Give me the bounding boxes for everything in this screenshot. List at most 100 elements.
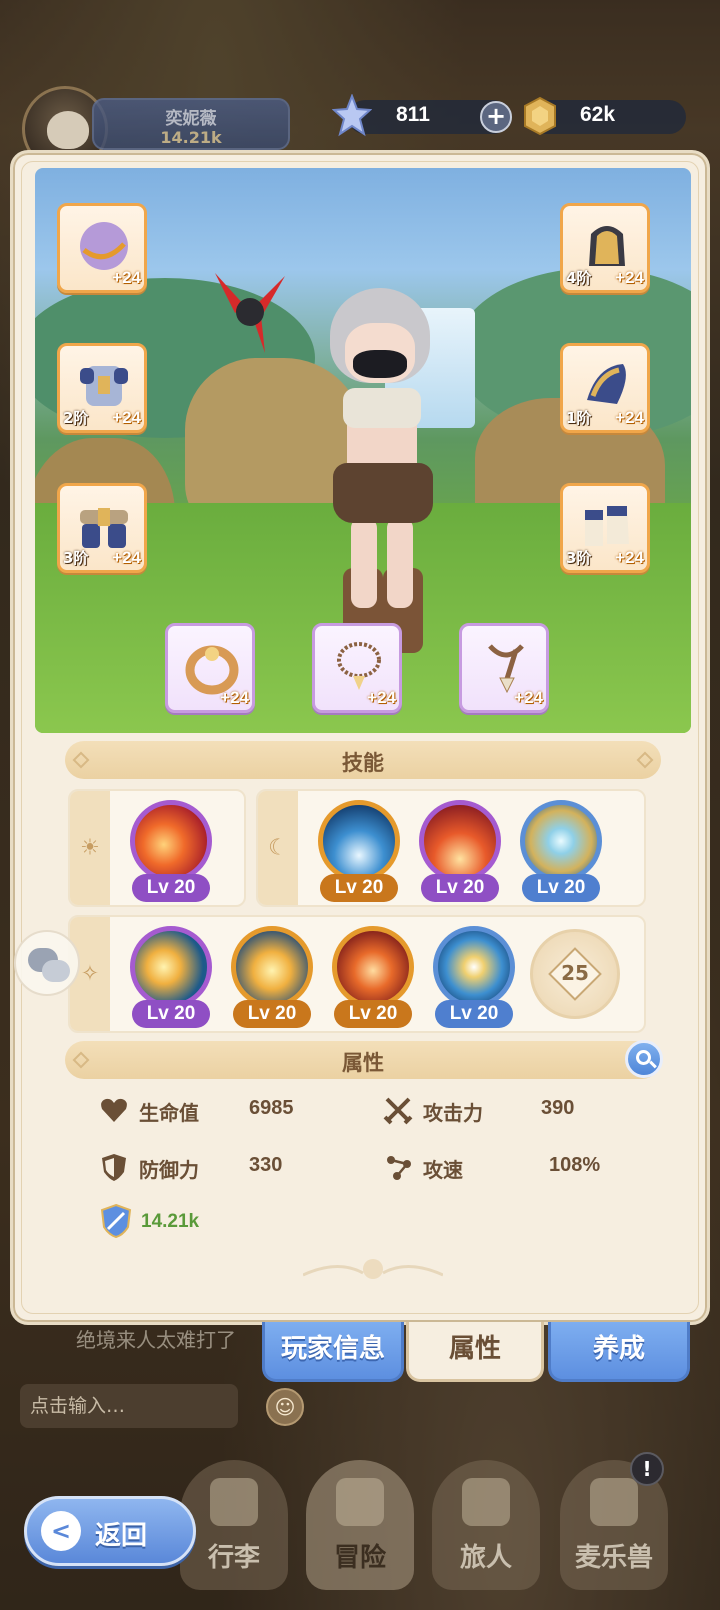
slot-level: +24 (615, 268, 644, 287)
gem-value: 811 (396, 103, 430, 126)
nav-luggage[interactable]: 行李 (180, 1460, 288, 1590)
blue-flame-icon (130, 926, 212, 1008)
slot-tier: 3阶 (63, 549, 89, 567)
gold-counter: 62k (524, 96, 686, 136)
fire-swirl-icon (332, 926, 414, 1008)
skill-meteor-rain[interactable]: Lv 20 (415, 796, 505, 902)
gem-counter: 811 + (332, 94, 512, 137)
attr-atk: 攻击力 390 (383, 1093, 623, 1127)
magic-circle-icon (520, 800, 602, 882)
character-skirt (333, 463, 433, 523)
attributes-title: 属性 (342, 1051, 384, 1075)
add-gems-button[interactable]: + (480, 101, 512, 133)
character-scene: +24 2阶 +24 3阶 +24 4阶 +24 1阶 +24 3阶 +24 +… (35, 168, 691, 733)
skill-flame-spirit[interactable]: Lv 20 (227, 922, 317, 1028)
back-arrow-icon: < (41, 1511, 81, 1551)
player-character[interactable] (285, 288, 485, 658)
locked-skill-slot[interactable]: 25 (530, 929, 620, 1019)
attr-spd: 攻速 108% (383, 1150, 623, 1184)
slot-level: +24 (112, 408, 141, 427)
sun-icon: ☀ (80, 835, 100, 861)
skill-group-moon: ☾ Lv 20 Lv 20 Lv 20 (256, 789, 646, 907)
character-panel: +24 2阶 +24 3阶 +24 4阶 +24 1阶 +24 3阶 +24 +… (10, 150, 710, 1325)
gold-value: 62k (580, 103, 616, 126)
chat-last-message: 绝境来人太难打了 (76, 1328, 236, 1352)
skill-group-tab: ☾ (258, 791, 298, 905)
nav-label: 行李 (207, 1543, 260, 1573)
emoji-button[interactable]: ☺ (266, 1388, 304, 1426)
light-pillar-icon (318, 800, 400, 882)
attr-hp-label: 生命值 (139, 1101, 199, 1125)
attr-def: 防御力 330 (99, 1150, 339, 1184)
skill-fire-swirl[interactable]: Lv 20 (328, 922, 418, 1028)
skill-group-sun: ☀ Lv 20 (68, 789, 246, 907)
combat-power-value: 14.21k (141, 1211, 200, 1232)
luggage-icon (210, 1478, 258, 1526)
bear-avatar-icon (47, 111, 89, 149)
skills-title: 技能 (342, 751, 384, 775)
attr-hp-value: 6985 (249, 1097, 294, 1119)
star-crystal-icon (332, 94, 372, 137)
skill-magic-circle[interactable]: Lv 20 (516, 796, 606, 902)
nav-adventure[interactable]: 冒险 (306, 1460, 414, 1590)
nav-label: 旅人 (459, 1543, 512, 1573)
skill-level: Lv 20 (522, 874, 600, 902)
skill-light-pillars[interactable]: Lv 20 (314, 796, 404, 902)
pet-icon (590, 1478, 638, 1526)
slot-level: +24 (220, 688, 249, 707)
player-name-plate: 奕妮薇 14.21k (92, 98, 290, 150)
skill-level: Lv 20 (132, 1000, 210, 1028)
chat-bubble-button[interactable] (14, 930, 80, 996)
skill-level: Lv 20 (132, 874, 210, 902)
tab-develop[interactable]: 养成 (548, 1322, 690, 1382)
player-power: 14.21k (160, 128, 222, 147)
skill-level: Lv 20 (435, 1000, 513, 1028)
equip-slot-necklace[interactable]: +24 (312, 623, 402, 713)
equip-slot-boots[interactable]: 3阶 +24 (560, 483, 650, 573)
slot-level: +24 (615, 408, 644, 427)
attr-spd-label: 攻速 (423, 1158, 463, 1182)
equip-slot-ring[interactable]: +24 (165, 623, 255, 713)
slot-level: +24 (615, 548, 644, 567)
player-chip[interactable]: 奕妮薇 14.21k (22, 86, 290, 172)
crossed-swords-icon (336, 1478, 384, 1526)
equip-slot-armor[interactable]: 2阶 +24 (57, 343, 147, 433)
skill-blue-flame[interactable]: Lv 20 (126, 922, 216, 1028)
equip-slot-belt[interactable]: 3阶 +24 (57, 483, 147, 573)
slot-level: +24 (367, 688, 396, 707)
equip-slot-orb[interactable]: +24 (57, 203, 147, 293)
skills-header: 技能 (65, 741, 661, 779)
equip-slot-helmet[interactable]: 4阶 +24 (560, 203, 650, 293)
flame-spirit-icon (231, 926, 313, 1008)
slot-tier: 4阶 (566, 269, 592, 287)
nav-traveler[interactable]: 旅人 (432, 1460, 540, 1590)
skill-level: Lv 20 (320, 874, 398, 902)
character-leg (351, 518, 377, 608)
skill-wind-vortex[interactable]: Lv 20 (429, 922, 519, 1028)
attr-spd-value: 108% (549, 1154, 601, 1176)
attr-def-label: 防御力 (139, 1158, 199, 1182)
chat-input[interactable]: 点击输入… (20, 1384, 238, 1428)
slot-tier: 2阶 (63, 409, 89, 427)
equip-slot-amulet[interactable]: +24 (459, 623, 549, 713)
equip-slot-gauntlet[interactable]: 1阶 +24 (560, 343, 650, 433)
nav-label: 冒险 (333, 1543, 386, 1573)
slot-tier: 1阶 (566, 409, 592, 427)
fireball-icon (130, 800, 212, 882)
chat-bubble-icon-back (42, 960, 70, 982)
shield-icon (102, 1154, 126, 1181)
player-name: 奕妮薇 (165, 109, 217, 129)
slot-level: +24 (112, 548, 141, 567)
heart-icon (101, 1098, 127, 1122)
combat-power-icon (100, 1203, 132, 1239)
magnifier-handle (649, 1060, 657, 1069)
tab-attributes[interactable]: 属性 (406, 1322, 544, 1382)
unlock-level: 25 (561, 961, 589, 985)
character-leg (387, 518, 413, 608)
skill-fireball[interactable]: Lv 20 (126, 796, 216, 902)
back-button[interactable]: < 返回 (24, 1496, 196, 1566)
back-label: 返回 (95, 1521, 148, 1551)
skill-group-tab: ☀ (70, 791, 110, 905)
attribute-detail-button[interactable] (625, 1040, 663, 1078)
traveler-icon (462, 1478, 510, 1526)
